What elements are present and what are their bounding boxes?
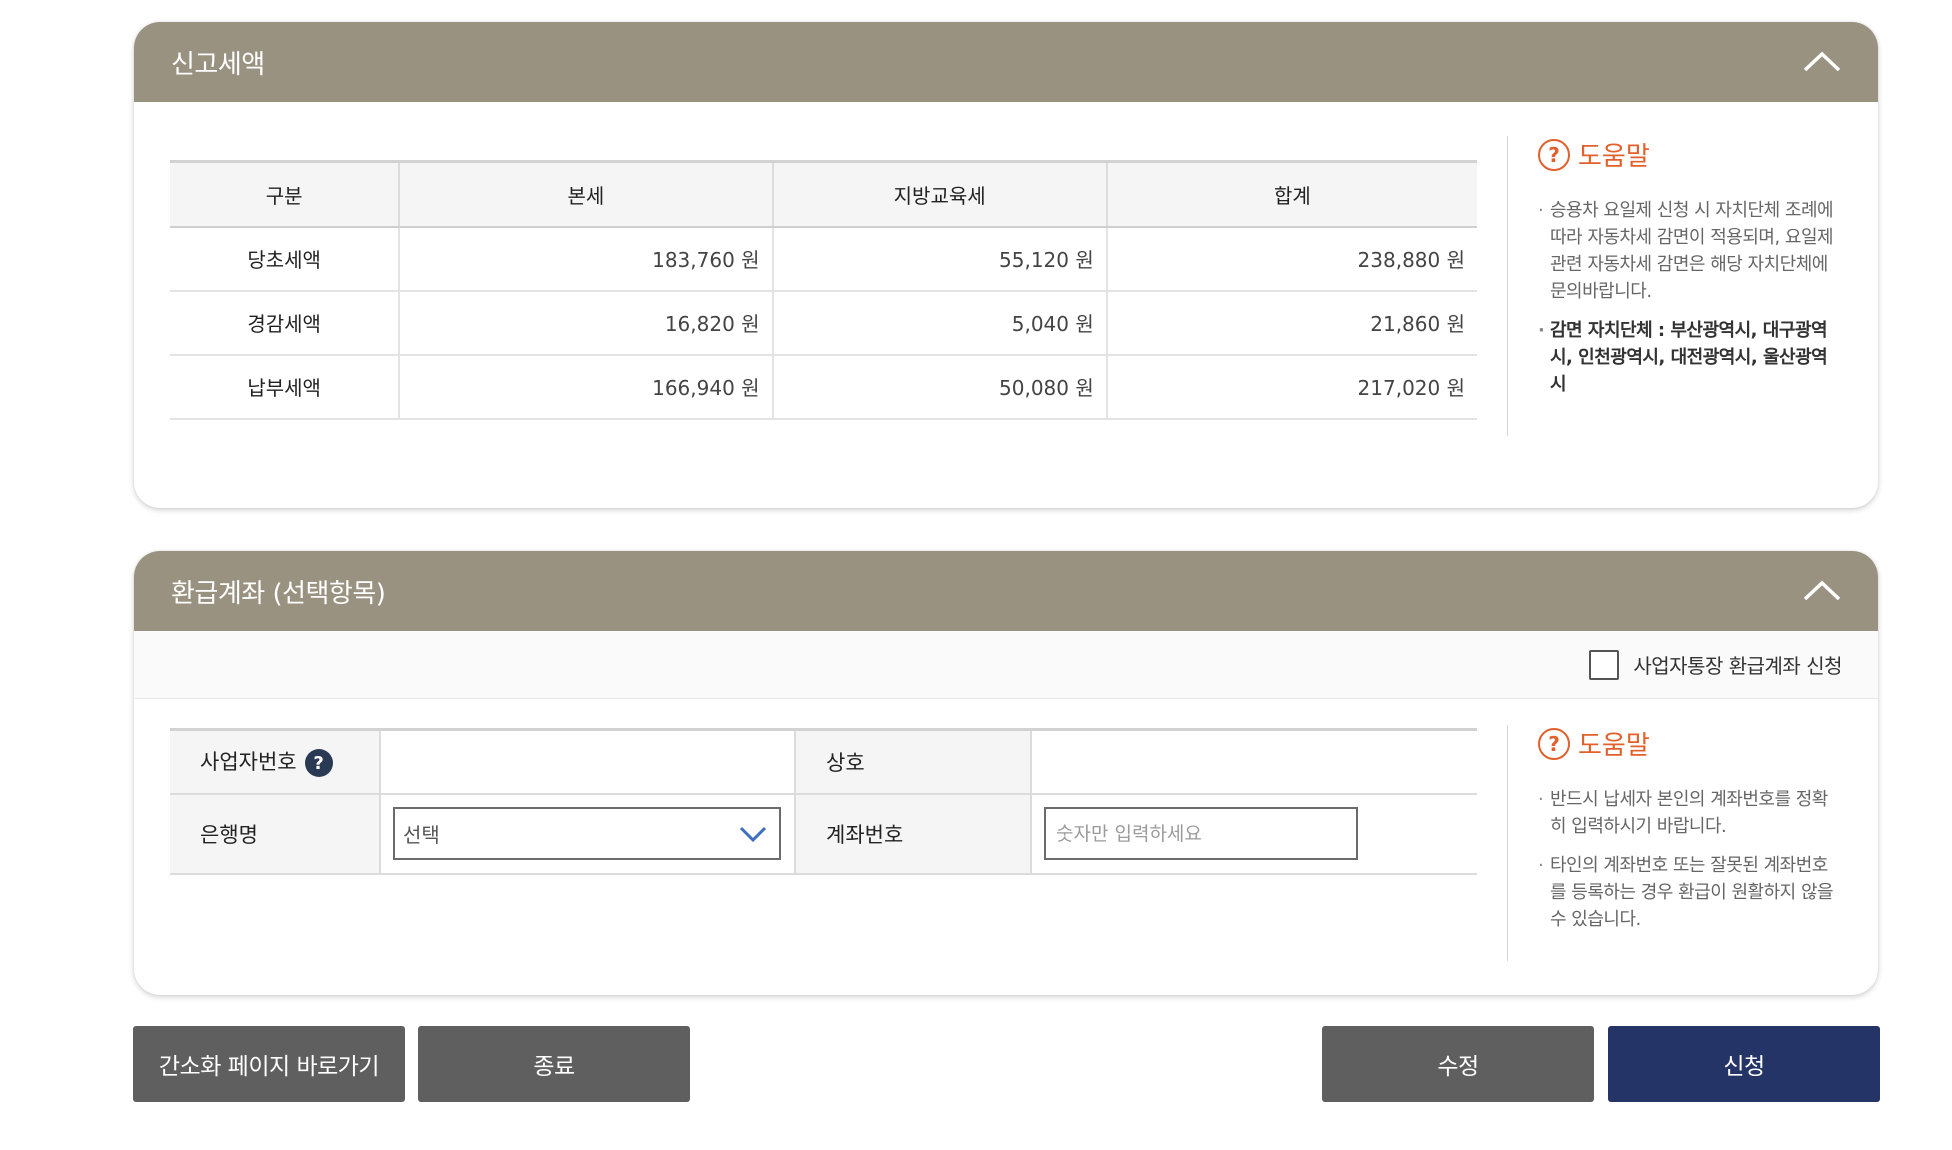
business-account-checkbox-label[interactable]: 사업자통장 환급계좌 신청 [1633, 650, 1842, 679]
chevron-up-icon [1803, 51, 1841, 72]
tax-amount-table: 구분 본세 지방교육세 합계 당초세액 183,760 원 55,120 원 2… [170, 160, 1477, 420]
help-list: 반드시 납세자 본인의 계좌번호를 정확히 입력하시기 바랍니다. 타인의 계좌… [1538, 786, 1837, 933]
table-header-row: 구분 본세 지방교육세 합계 [170, 160, 1477, 228]
refund-account-header: 환급계좌 (선택항목) [134, 551, 1878, 631]
question-circle-icon: ? [1538, 138, 1570, 171]
bank-select[interactable]: 선택 [393, 807, 781, 860]
chevron-up-icon [1803, 580, 1841, 601]
base-tax-value: 16,820 원 [398, 290, 773, 356]
base-tax-value: 166,940 원 [398, 354, 773, 420]
edit-button[interactable]: 수정 [1322, 1026, 1594, 1102]
business-account-checkbox[interactable] [1589, 649, 1620, 680]
help-title: ? 도움말 [1538, 136, 1837, 173]
collapse-tax-section-button[interactable] [1800, 40, 1844, 84]
question-circle-icon: ? [1538, 727, 1570, 760]
table-row: 납부세액 166,940 원 50,080 원 217,020 원 [170, 354, 1477, 420]
apply-button[interactable]: 신청 [1608, 1026, 1880, 1102]
account-number-label: 계좌번호 [794, 793, 1031, 875]
education-tax-value: 5,040 원 [771, 290, 1107, 356]
help-question-icon[interactable]: ? [304, 749, 333, 778]
tax-amount-header: 신고세액 [134, 22, 1878, 102]
help-item: 승용차 요일제 신청 시 자치단체 조례에 따라 자동차세 감면이 적용되며, … [1538, 197, 1837, 305]
simplified-page-button[interactable]: 간소화 페이지 바로가기 [133, 1026, 405, 1102]
collapse-refund-section-button[interactable] [1800, 569, 1844, 613]
help-item-exemption-regions: 감면 자치단체 : 부산광역시, 대구광역시, 인천광역시, 대전광역시, 울산… [1538, 317, 1837, 398]
row-label: 납부세액 [170, 354, 400, 420]
help-item: 반드시 납세자 본인의 계좌번호를 정확히 입력하시기 바랍니다. [1538, 786, 1837, 840]
business-number-label: 사업자번호 [200, 750, 297, 775]
education-tax-value: 50,080 원 [771, 354, 1107, 420]
account-number-input[interactable] [1044, 807, 1358, 860]
row-label: 당초세액 [170, 226, 400, 292]
help-list: 승용차 요일제 신청 시 자치단체 조례에 따라 자동차세 감면이 적용되며, … [1538, 197, 1837, 398]
total-value: 21,860 원 [1105, 290, 1477, 356]
help-title: ? 도움말 [1538, 725, 1837, 762]
column-header-base-tax: 본세 [398, 160, 773, 228]
refund-account-panel: 환급계좌 (선택항목) 사업자통장 환급계좌 신청 사업자번호? 상호 은행명 … [134, 551, 1878, 995]
help-title-text: 도움말 [1578, 142, 1650, 172]
base-tax-value: 183,760 원 [398, 226, 773, 292]
column-header-education-tax: 지방교육세 [771, 160, 1107, 228]
company-name-value [1030, 728, 1477, 795]
refund-account-form: 사업자번호? 상호 은행명 선택 계좌번호 [170, 728, 1477, 875]
tax-amount-title: 신고세액 [171, 49, 265, 80]
row-label: 경감세액 [170, 290, 400, 356]
company-name-label: 상호 [794, 728, 1031, 795]
total-value: 238,880 원 [1105, 226, 1477, 292]
refund-help-box: ? 도움말 반드시 납세자 본인의 계좌번호를 정확히 입력하시기 바랍니다. … [1507, 725, 1837, 961]
tax-help-box: ? 도움말 승용차 요일제 신청 시 자치단체 조례에 따라 자동차세 감면이 … [1507, 136, 1837, 436]
column-header-category: 구분 [170, 160, 400, 228]
tax-amount-panel: 신고세액 구분 본세 지방교육세 합계 당초세액 183,760 원 55,12… [134, 22, 1878, 508]
table-row: 경감세액 16,820 원 5,040 원 21,860 원 [170, 290, 1477, 356]
business-number-value [379, 728, 795, 795]
bank-select-value: 선택 [403, 823, 440, 847]
refund-account-title: 환급계좌 (선택항목) [171, 578, 386, 609]
form-row: 사업자번호? 상호 [170, 728, 1477, 795]
table-row: 당초세액 183,760 원 55,120 원 238,880 원 [170, 226, 1477, 292]
business-account-row: 사업자통장 환급계좌 신청 [134, 631, 1878, 699]
help-title-text: 도움말 [1578, 731, 1650, 761]
chevron-down-icon [739, 826, 767, 842]
education-tax-value: 55,120 원 [771, 226, 1107, 292]
bank-name-label: 은행명 [170, 793, 380, 875]
column-header-total: 합계 [1105, 160, 1477, 228]
help-item: 타인의 계좌번호 또는 잘못된 계좌번호를 등록하는 경우 환급이 원활하지 않… [1538, 852, 1837, 933]
account-number-cell [1030, 793, 1477, 875]
total-value: 217,020 원 [1105, 354, 1477, 420]
business-number-label-cell: 사업자번호? [170, 728, 380, 795]
exit-button[interactable]: 종료 [418, 1026, 690, 1102]
form-row: 은행명 선택 계좌번호 [170, 793, 1477, 875]
bank-select-cell: 선택 [379, 793, 795, 875]
